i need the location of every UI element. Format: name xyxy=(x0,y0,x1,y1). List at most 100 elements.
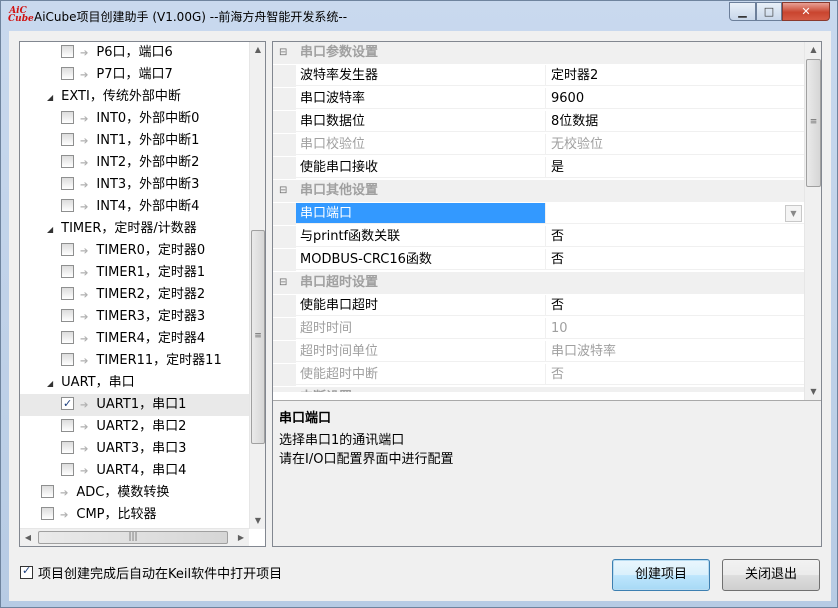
property-name[interactable]: 串口端口 xyxy=(296,203,546,224)
property-category[interactable]: ⊟ 中断设置 xyxy=(273,387,804,392)
tree-item[interactable]: ➔ INT2，外部中断2 xyxy=(20,152,249,174)
title-bar[interactable]: AiC Cube AiCube项目创建助手 (V1.00G) --前海方舟智能开… xyxy=(1,1,837,31)
expand-triangle-icon[interactable]: ◢ xyxy=(47,87,53,109)
tree-item[interactable]: ➔ INT4，外部中断4 xyxy=(20,196,249,218)
property-value[interactable]: 8位数据 xyxy=(546,111,804,132)
property-vertical-scrollbar[interactable]: ▲ ≡ ▼ xyxy=(804,42,821,400)
collapse-icon[interactable]: ⊟ xyxy=(279,180,287,202)
tree-item[interactable]: ➔ INT0，外部中断0 xyxy=(20,108,249,130)
dropdown-arrow-icon[interactable]: ▼ xyxy=(785,205,802,222)
property-row[interactable]: 串口数据位 8位数据 xyxy=(273,111,804,133)
property-name[interactable]: 使能串口接收 xyxy=(296,157,546,178)
tree-group[interactable]: ◢ UART，串口 xyxy=(20,372,249,394)
checkbox[interactable] xyxy=(61,419,74,432)
expand-triangle-icon[interactable]: ◢ xyxy=(47,373,53,395)
property-row[interactable]: 串口校验位 无校验位 xyxy=(273,134,804,156)
tree-item[interactable]: ➔ CMP，比较器 xyxy=(20,504,249,526)
property-name[interactable]: 串口波特率 xyxy=(296,88,546,109)
checkbox-checked-icon[interactable] xyxy=(20,564,33,579)
checkbox[interactable] xyxy=(61,441,74,454)
tree-scroll-thumb[interactable]: ≡ xyxy=(251,230,265,444)
minimize-button[interactable]: ▁ xyxy=(729,2,756,21)
property-row[interactable]: 超时时间单位 串口波特率 xyxy=(273,341,804,363)
close-window-button[interactable]: ✕ xyxy=(782,2,830,21)
prop-scroll-thumb[interactable]: ≡ xyxy=(806,59,821,187)
scroll-up-icon[interactable]: ▲ xyxy=(250,42,265,58)
property-value[interactable]: 串口波特率 xyxy=(546,341,804,362)
collapse-icon[interactable]: ⊟ xyxy=(279,272,287,294)
tree-item[interactable]: ➔ UART1，串口1 xyxy=(20,393,249,416)
checkbox[interactable] xyxy=(61,67,74,80)
tree-item[interactable]: ➔ INT3，外部中断3 xyxy=(20,174,249,196)
property-value[interactable]: 否 xyxy=(546,295,804,316)
scroll-right-icon[interactable]: ▶ xyxy=(233,529,249,546)
property-row[interactable]: MODBUS-CRC16函数否 xyxy=(273,249,804,271)
checkbox[interactable] xyxy=(61,265,74,278)
checkbox[interactable] xyxy=(61,199,74,212)
close-exit-button[interactable]: 关闭退出 xyxy=(722,559,820,591)
tree-item[interactable]: ➔ TIMER2，定时器2 xyxy=(20,284,249,306)
property-row[interactable]: 波特率发生器 定时器2 xyxy=(273,65,804,87)
property-value[interactable]: 否 xyxy=(546,364,804,385)
create-project-button[interactable]: 创建项目 xyxy=(612,559,710,591)
property-row[interactable]: 超时时间 10 xyxy=(273,318,804,340)
checkbox[interactable] xyxy=(61,155,74,168)
tree-item[interactable]: ➔ TIMER3，定时器3 xyxy=(20,306,249,328)
prop-scroll-down-icon[interactable]: ▼ xyxy=(805,384,821,400)
tree-item[interactable]: ➔ INT1，外部中断1 xyxy=(20,130,249,152)
property-row[interactable]: 串口端口 ▼ xyxy=(273,203,804,225)
checkbox[interactable] xyxy=(61,309,74,322)
collapse-icon[interactable]: ⊟ xyxy=(279,387,287,392)
property-row[interactable]: 与printf函数关联否 xyxy=(273,226,804,248)
property-name[interactable]: 超时时间 xyxy=(296,318,546,339)
tree-group[interactable]: ◢ EXTI，传统外部中断 xyxy=(20,86,249,108)
scroll-down-icon[interactable]: ▼ xyxy=(250,513,265,529)
tree-item[interactable]: ➔ UART2，串口2 xyxy=(20,416,249,438)
property-row[interactable]: 使能超时中断否 xyxy=(273,364,804,386)
property-name[interactable]: 串口数据位 xyxy=(296,111,546,132)
tree-item[interactable]: ➔ ADC，模数转换 xyxy=(20,482,249,504)
checkbox[interactable] xyxy=(41,507,54,520)
property-category[interactable]: ⊟ 串口参数设置 xyxy=(273,42,804,64)
property-value[interactable]: 否 xyxy=(546,249,804,270)
tree-item[interactable]: ➔ TIMER1，定时器1 xyxy=(20,262,249,284)
property-name[interactable]: 波特率发生器 xyxy=(296,65,546,86)
checkbox-checked[interactable] xyxy=(61,393,74,415)
property-name[interactable]: 串口校验位 xyxy=(296,134,546,155)
property-name[interactable]: 与printf函数关联 xyxy=(296,226,546,247)
tree-horizontal-scrollbar[interactable]: ◀ ||| ▶ xyxy=(20,528,249,546)
property-name[interactable]: 超时时间单位 xyxy=(296,341,546,362)
checkbox[interactable] xyxy=(61,133,74,146)
tree-item[interactable]: ➔ TIMER0，定时器0 xyxy=(20,240,249,262)
tree-item[interactable]: ➔ TIMER11，定时器11 xyxy=(20,350,249,372)
property-value[interactable]: 9600 xyxy=(546,88,804,109)
auto-open-keil-checkbox[interactable]: 项目创建完成后自动在Keil软件中打开项目 xyxy=(20,564,282,582)
property-row[interactable]: 串口波特率 9600 xyxy=(273,88,804,110)
checkbox[interactable] xyxy=(61,243,74,256)
checkbox[interactable] xyxy=(61,111,74,124)
property-name[interactable]: 使能超时中断 xyxy=(296,364,546,385)
property-name[interactable]: 使能串口超时 xyxy=(296,295,546,316)
property-value[interactable]: ▼ xyxy=(546,203,804,224)
tree-item[interactable]: ➔ UART3，串口3 xyxy=(20,438,249,460)
peripheral-tree[interactable]: ➔ P6口，端口6 ➔ P7口，端口7 ◢ EXTI，传统外部中断 ➔ INT0，外部中断0 ➔… xyxy=(19,41,266,547)
tree-hscroll-thumb[interactable]: ||| xyxy=(38,531,228,544)
tree-item[interactable]: ➔ P7口，端口7 xyxy=(20,64,249,86)
checkbox[interactable] xyxy=(61,45,74,58)
collapse-icon[interactable]: ⊟ xyxy=(279,42,287,64)
checkbox[interactable] xyxy=(61,287,74,300)
checkbox[interactable] xyxy=(61,463,74,476)
checkbox[interactable] xyxy=(61,177,74,190)
checkbox[interactable] xyxy=(41,485,54,498)
checkbox[interactable] xyxy=(61,331,74,344)
property-row[interactable]: 使能串口接收是 xyxy=(273,157,804,179)
property-category[interactable]: ⊟ 串口超时设置 xyxy=(273,272,804,294)
tree-group[interactable]: ◢ TIMER，定时器/计数器 xyxy=(20,218,249,240)
property-value[interactable]: 无校验位 xyxy=(546,134,804,155)
property-value[interactable]: 定时器2 xyxy=(546,65,804,86)
maximize-button[interactable]: □ xyxy=(756,2,782,21)
property-category[interactable]: ⊟ 串口其他设置 xyxy=(273,180,804,202)
tree-item[interactable]: ➔ UART4，串口4 xyxy=(20,460,249,482)
property-grid[interactable]: ⊟ 串口参数设置 波特率发生器 定时器2 串口波特率 9600 串口数据位 8位数据 串口校验位… xyxy=(273,42,804,392)
tree-vertical-scrollbar[interactable]: ▲ ≡ ▼ xyxy=(249,42,265,529)
